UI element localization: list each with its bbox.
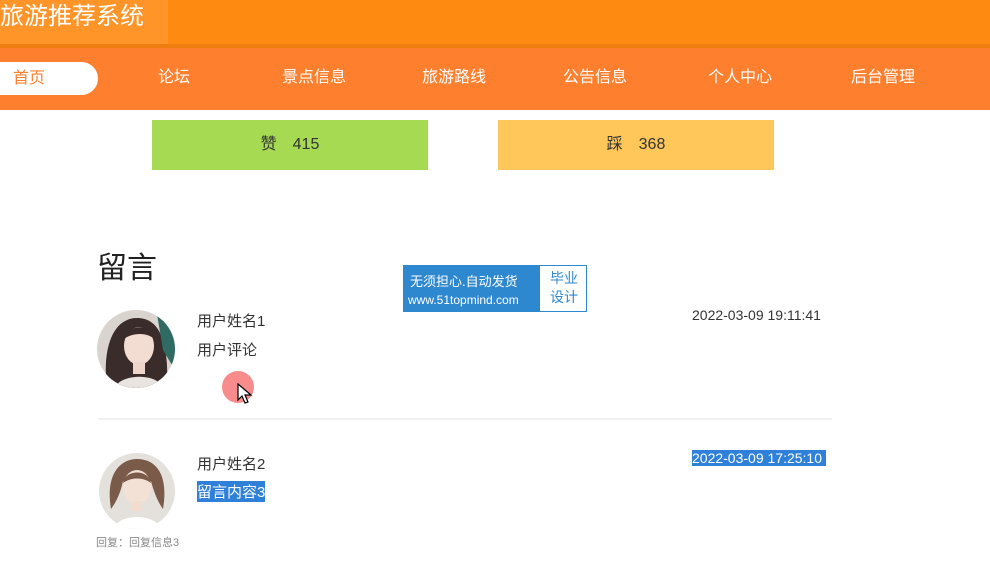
comments-heading: 留言 bbox=[97, 252, 157, 285]
comment-author: 用户姓名1 bbox=[197, 313, 266, 330]
app-title: 旅游推荐系统 bbox=[0, 0, 168, 46]
avatar-portrait-image bbox=[99, 453, 175, 529]
dislike-count: 368 bbox=[638, 136, 666, 153]
watermark-left: 无须担心.自动发货 www.51topmind.com bbox=[404, 266, 540, 311]
dislike-button[interactable]: 踩 368 bbox=[498, 120, 774, 170]
comment-text-selected: 留言内容3 bbox=[197, 481, 266, 502]
mouse-pointer-icon bbox=[237, 382, 253, 410]
like-count: 415 bbox=[292, 136, 320, 153]
main-nav: 首页 论坛 景点信息 旅游路线 公告信息 个人中心 后台管理 bbox=[0, 48, 990, 110]
comment-reply: 回复：回复信息3 bbox=[96, 537, 180, 549]
nav-personal-center[interactable]: 个人中心 bbox=[708, 48, 772, 110]
avatar-portrait-image bbox=[97, 310, 175, 388]
nav-attractions[interactable]: 景点信息 bbox=[282, 48, 346, 110]
comment-divider bbox=[98, 418, 832, 420]
nav-announcements[interactable]: 公告信息 bbox=[563, 48, 627, 110]
comment-text: 用户评论 bbox=[197, 342, 258, 359]
nav-home[interactable]: 首页 bbox=[0, 62, 98, 95]
comment-author: 用户姓名2 bbox=[197, 456, 266, 473]
watermark-url: www.51topmind.com bbox=[408, 293, 519, 307]
comment-timestamp-selected: 2022-03-09 17:25:10 bbox=[692, 450, 826, 466]
dislike-label: 踩 bbox=[606, 136, 623, 153]
nav-routes[interactable]: 旅游路线 bbox=[422, 48, 486, 110]
watermark-badge: 无须担心.自动发货 www.51topmind.com 毕业 设计 bbox=[403, 265, 587, 312]
nav-forum[interactable]: 论坛 bbox=[158, 48, 190, 110]
like-label: 赞 bbox=[260, 136, 277, 153]
comment-timestamp: 2022-03-09 19:11:41 bbox=[692, 307, 821, 323]
watermark-right: 毕业 设计 bbox=[542, 269, 586, 307]
avatar bbox=[99, 453, 175, 529]
header-bar: 旅游推荐系统 bbox=[0, 0, 990, 48]
like-button[interactable]: 赞 415 bbox=[152, 120, 428, 170]
watermark-right-line1: 毕业 bbox=[550, 270, 578, 286]
watermark-right-line2: 设计 bbox=[550, 289, 578, 305]
watermark-line1: 无须担心.自动发货 bbox=[410, 274, 518, 289]
nav-admin[interactable]: 后台管理 bbox=[851, 48, 915, 110]
avatar bbox=[97, 310, 175, 388]
